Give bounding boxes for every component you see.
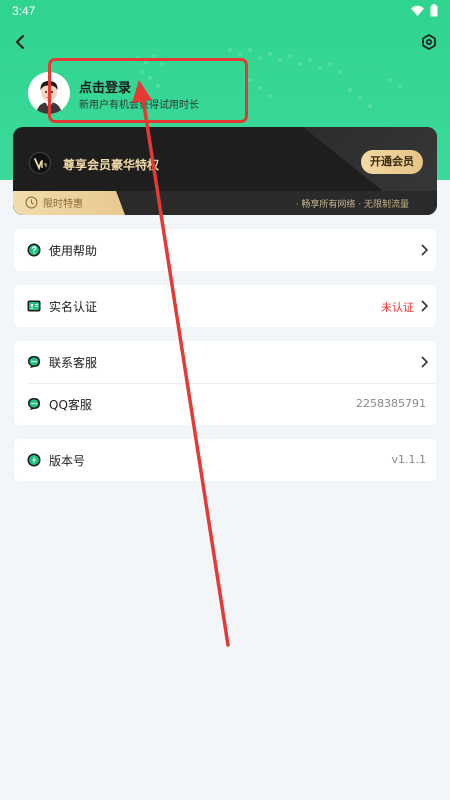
chevron-right-icon xyxy=(421,244,428,256)
version-card: 版本号 v1.1.1 xyxy=(14,439,436,481)
status-time: 3:47 xyxy=(12,4,36,18)
clock-icon xyxy=(25,196,38,209)
menu-label-help: 使用帮助 xyxy=(49,244,98,258)
version-icon xyxy=(27,453,41,467)
annotation-highlight-box xyxy=(48,58,248,123)
help-icon xyxy=(27,243,41,257)
status-icons xyxy=(411,4,438,17)
contact-card: 联系客服 QQ客服 2258385791 xyxy=(14,341,436,425)
menu-label-qq: QQ客服 xyxy=(49,398,92,412)
id-card-icon xyxy=(27,300,41,312)
menu-label-version: 版本号 xyxy=(49,454,86,468)
version-number: v1.1.1 xyxy=(391,453,427,466)
menu-item-contact[interactable]: 联系客服 xyxy=(14,341,436,383)
vip-card[interactable]: 尊享会员豪华特权 开通会员 限时特惠 · 畅享所有网络 · 无限制流量 xyxy=(13,127,437,215)
vip-logo-icon xyxy=(29,152,51,174)
chat-icon xyxy=(28,398,40,410)
qq-number: 2258385791 xyxy=(356,397,426,410)
limited-offer-tag: 限时特惠 xyxy=(13,191,125,215)
chevron-right-icon xyxy=(421,300,428,312)
wifi-icon xyxy=(411,5,424,16)
menu-item-qq[interactable]: QQ客服 2258385791 xyxy=(14,383,436,425)
verify-card: 实名认证 未认证 xyxy=(14,285,436,327)
vip-perks: · 畅享所有网络 · 无限制流量 xyxy=(295,200,409,210)
menu-label-contact: 联系客服 xyxy=(49,356,98,370)
limited-offer-label: 限时特惠 xyxy=(43,199,83,210)
menu-item-version: 版本号 v1.1.1 xyxy=(14,439,436,481)
verify-status: 未认证 xyxy=(381,301,414,314)
vip-title: 尊享会员豪华特权 xyxy=(63,158,160,172)
back-arrow-icon xyxy=(16,35,24,49)
menu-label-verify: 实名认证 xyxy=(49,300,98,314)
status-bar: 3:47 xyxy=(0,0,450,22)
menu-item-help[interactable]: 使用帮助 xyxy=(14,229,436,271)
vip-bottom-strip: 限时特惠 · 畅享所有网络 · 无限制流量 xyxy=(13,191,437,215)
chat-icon xyxy=(28,356,40,368)
back-button[interactable] xyxy=(12,33,30,51)
menu-item-verify[interactable]: 实名认证 未认证 xyxy=(14,285,436,327)
settings-button[interactable] xyxy=(420,33,438,51)
help-card: 使用帮助 xyxy=(14,229,436,271)
open-vip-button[interactable]: 开通会员 xyxy=(361,150,423,174)
settings-hex-icon xyxy=(422,34,436,50)
chevron-right-icon xyxy=(421,356,428,368)
battery-icon xyxy=(430,4,438,17)
